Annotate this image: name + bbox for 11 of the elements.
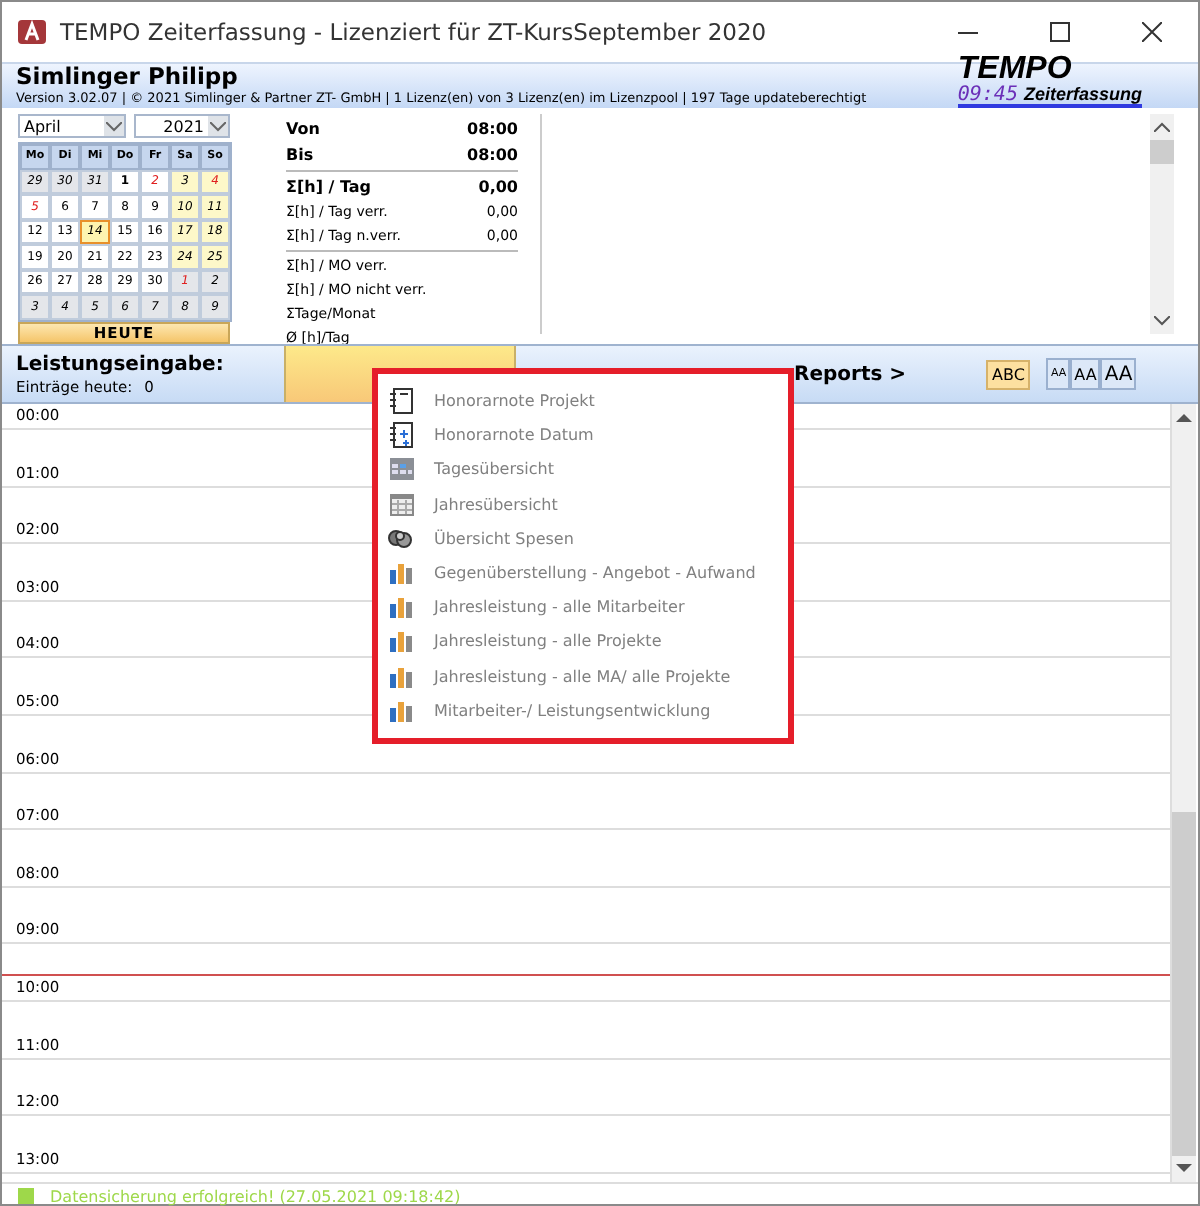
- status-message: Datensicherung erfolgreich! (27.05.2021 09:18:42): [50, 1187, 461, 1205]
- summary-value: 08:00: [467, 118, 518, 142]
- section-title: Leistungseingabe:: [16, 353, 226, 377]
- user-name: Simlinger Philipp: [16, 64, 240, 90]
- summary-label: Von: [286, 118, 320, 142]
- summary-label: Σ[h] / Tag: [286, 176, 372, 200]
- summary-value: 08:00: [467, 144, 518, 168]
- logo: TEMPO 09:45 Zeiterfassung: [957, 54, 1142, 108]
- summary-label: Bis: [286, 144, 314, 168]
- window-title: TEMPO Zeiterfassung - Lizenziert für ZT-KursSeptember 2020: [60, 18, 769, 46]
- summary-value: 0,00: [478, 176, 518, 200]
